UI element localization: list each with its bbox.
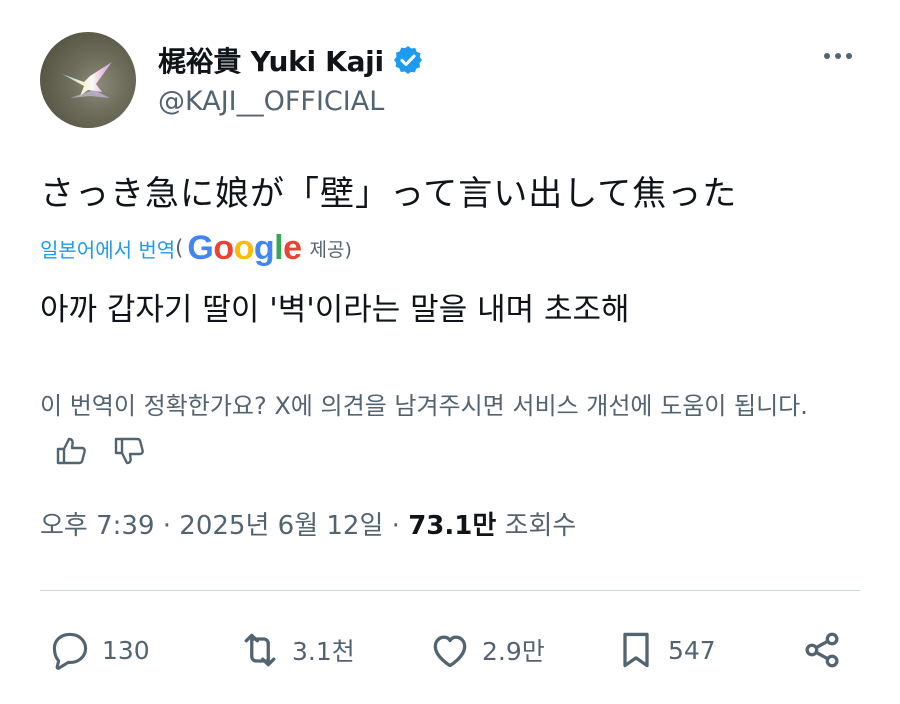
avatar[interactable]	[40, 32, 136, 128]
reply-icon	[52, 632, 88, 670]
translation-feedback: 이 번역이 정확한가요? X에 의견을 남겨주시면 서비스 개선에 도움이 됩니…	[40, 384, 860, 472]
reply-count: 130	[102, 635, 150, 665]
share-icon	[805, 632, 839, 668]
provided-label: 제공)	[309, 238, 352, 261]
bookmark-icon	[623, 632, 649, 668]
translation-attribution: 일본어에서 번역 ( Google 제공)	[40, 226, 352, 270]
bookmark-count: 547	[668, 635, 716, 665]
views-count: 73.1만	[408, 511, 497, 541]
action-bar: 130 3.1천 2.9만 547	[40, 620, 860, 680]
share-button[interactable]	[800, 620, 844, 680]
translated-text: 아까 갑자기 딸이 '벽'이라는 말을 내며 초조해	[40, 292, 630, 328]
tweet-time[interactable]: 오후 7:39	[40, 511, 155, 541]
avatar-bird-image	[62, 62, 112, 98]
more-icon[interactable]	[818, 36, 858, 76]
repost-count: 3.1천	[292, 637, 355, 666]
google-logo: Google	[187, 228, 302, 267]
tweet-header: 梶裕貴 Yuki Kaji @KAJI__OFFICIAL	[40, 30, 870, 130]
feedback-text: 이 번역이 정확한가요? X에 의견을 남겨주시면 서비스 개선에 도움이 됩니…	[40, 392, 808, 420]
repost-button[interactable]: 3.1천	[238, 620, 355, 680]
like-count: 2.9만	[482, 637, 545, 666]
meta-separator: ·	[154, 511, 180, 541]
translated-from-link[interactable]: 일본어에서 번역	[40, 234, 175, 263]
like-icon	[433, 635, 467, 668]
thumbs-down-icon[interactable]	[112, 436, 148, 466]
thumbs-up-icon[interactable]	[54, 436, 90, 466]
divider	[40, 590, 860, 591]
tweet-meta: 오후 7:39 · 2025년 6월 12일 · 73.1만 조회수	[40, 505, 576, 542]
name-row: 梶裕貴 Yuki Kaji	[158, 40, 424, 80]
display-name[interactable]: 梶裕貴 Yuki Kaji	[158, 40, 384, 80]
tweet-date[interactable]: 2025년 6월 12일	[179, 511, 383, 541]
handle[interactable]: @KAJI__OFFICIAL	[158, 86, 384, 117]
bookmark-button[interactable]: 547	[614, 620, 716, 680]
like-button[interactable]: 2.9만	[428, 620, 545, 680]
views-label: 조회수	[496, 511, 577, 541]
meta-separator: ·	[383, 511, 409, 541]
verified-badge-icon	[393, 46, 422, 74]
reply-button[interactable]: 130	[48, 620, 150, 680]
tweet-text: さっき急に娘が「壁」って言い出して焦った	[40, 174, 738, 214]
repost-icon	[244, 633, 276, 667]
open-paren: (	[175, 236, 184, 260]
